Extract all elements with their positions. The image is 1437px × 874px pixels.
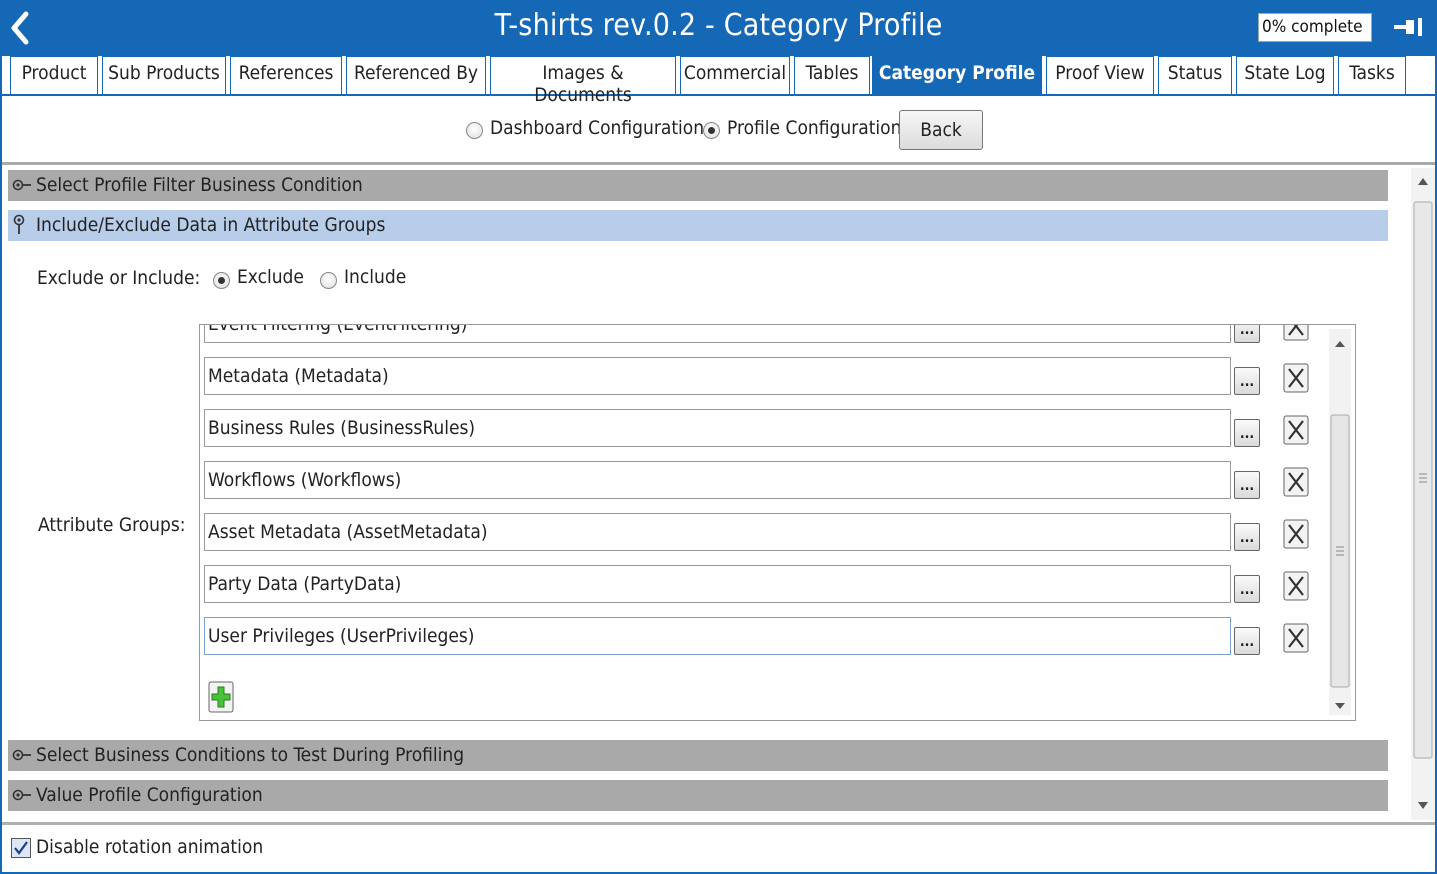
remove-icon[interactable] xyxy=(1283,413,1309,447)
attribute-group-input[interactable]: Workflows (Workflows) xyxy=(204,461,1231,499)
footer-divider xyxy=(2,822,1435,825)
progress-indicator: 0% complete xyxy=(1258,13,1372,42)
tab-images-documents[interactable]: Images & Documents xyxy=(490,56,676,106)
section-value-profile[interactable]: Value Profile Configuration xyxy=(8,780,1388,811)
tab-sub-products[interactable]: Sub Products xyxy=(102,56,226,94)
dashboard-config-label[interactable]: Dashboard Configuration xyxy=(490,117,704,139)
remove-icon[interactable] xyxy=(1283,517,1309,551)
attribute-groups-label: Attribute Groups: xyxy=(38,514,186,536)
pin-icon[interactable] xyxy=(1392,14,1424,40)
browse-button[interactable]: ... xyxy=(1234,367,1260,395)
browse-button[interactable]: ... xyxy=(1234,627,1260,655)
browse-button[interactable]: ... xyxy=(1234,419,1260,447)
tab-category-profile[interactable]: Category Profile xyxy=(872,56,1042,94)
checkmark-icon xyxy=(14,841,28,855)
attribute-group-input[interactable]: Metadata (Metadata) xyxy=(204,357,1231,395)
configuration-selector: Dashboard Configuration Profile Configur… xyxy=(0,108,1437,154)
dashboard-config-radio[interactable] xyxy=(466,122,483,139)
tab-tables[interactable]: Tables xyxy=(794,56,870,94)
title-bar: T-shirts rev.0.2 - Category Profile 0% c… xyxy=(0,0,1437,56)
remove-icon[interactable] xyxy=(1283,569,1309,603)
tab-commercial[interactable]: Commercial xyxy=(680,56,790,94)
collapsed-toggle-icon xyxy=(12,789,31,801)
section-title: Include/Exclude Data in Attribute Groups xyxy=(36,214,386,236)
profile-config-radio[interactable] xyxy=(703,122,720,139)
section-include-exclude[interactable]: Include/Exclude Data in Attribute Groups xyxy=(8,210,1388,241)
remove-icon[interactable] xyxy=(1283,465,1309,499)
tab-references[interactable]: References xyxy=(230,56,342,94)
remove-icon[interactable] xyxy=(1283,361,1309,395)
exclude-radio[interactable] xyxy=(213,272,230,289)
back-button[interactable]: Back xyxy=(899,110,983,150)
section-profile-filter[interactable]: Select Profile Filter Business Condition xyxy=(8,170,1388,201)
exclude-radio-label[interactable]: Exclude xyxy=(237,266,304,288)
tab-status[interactable]: Status xyxy=(1158,56,1232,94)
browse-button[interactable]: ... xyxy=(1234,325,1260,343)
attribute-group-input[interactable]: Business Rules (BusinessRules) xyxy=(204,409,1231,447)
tab-state-log[interactable]: State Log xyxy=(1236,56,1334,94)
add-attribute-group-icon[interactable] xyxy=(208,681,234,713)
section-title: Select Profile Filter Business Condition xyxy=(36,174,363,196)
attribute-group-input[interactable]: Asset Metadata (AssetMetadata) xyxy=(204,513,1231,551)
browse-button[interactable]: ... xyxy=(1234,471,1260,499)
divider xyxy=(2,162,1435,165)
remove-icon[interactable] xyxy=(1283,621,1309,655)
list-scrollbar[interactable] xyxy=(1329,329,1351,715)
tab-proof-view[interactable]: Proof View xyxy=(1046,56,1154,94)
remove-icon[interactable] xyxy=(1283,324,1309,343)
section-title: Value Profile Configuration xyxy=(36,784,263,806)
tab-product[interactable]: Product xyxy=(10,56,98,94)
expanded-toggle-icon xyxy=(13,214,25,234)
page-scrollbar[interactable] xyxy=(1411,168,1435,820)
collapsed-toggle-icon xyxy=(12,179,31,191)
browse-button[interactable]: ... xyxy=(1234,523,1260,551)
disable-rotation-label[interactable]: Disable rotation animation xyxy=(36,836,263,858)
tab-tasks[interactable]: Tasks xyxy=(1338,56,1406,94)
include-radio-label[interactable]: Include xyxy=(344,266,406,288)
section-business-conditions[interactable]: Select Business Conditions to Test Durin… xyxy=(8,740,1388,771)
section-title: Select Business Conditions to Test Durin… xyxy=(36,744,465,766)
collapsed-toggle-icon xyxy=(12,749,31,761)
tab-referenced-by[interactable]: Referenced By xyxy=(346,56,486,94)
include-radio[interactable] xyxy=(320,272,337,289)
attribute-group-input[interactable]: Party Data (PartyData) xyxy=(204,565,1231,603)
attribute-group-input[interactable]: Event Filtering (EventFiltering) xyxy=(204,325,1231,343)
attribute-groups-list: Event Filtering (EventFiltering) ... Met… xyxy=(199,324,1356,721)
disable-rotation-checkbox[interactable] xyxy=(11,838,31,858)
attribute-group-input[interactable]: User Privileges (UserPrivileges) xyxy=(204,617,1231,655)
exclude-include-label: Exclude or Include: xyxy=(37,267,201,289)
tab-bar: Product Sub Products References Referenc… xyxy=(2,56,1435,106)
profile-config-label[interactable]: Profile Configuration xyxy=(727,117,901,139)
browse-button[interactable]: ... xyxy=(1234,575,1260,603)
window-title: T-shirts rev.0.2 - Category Profile xyxy=(494,8,943,43)
